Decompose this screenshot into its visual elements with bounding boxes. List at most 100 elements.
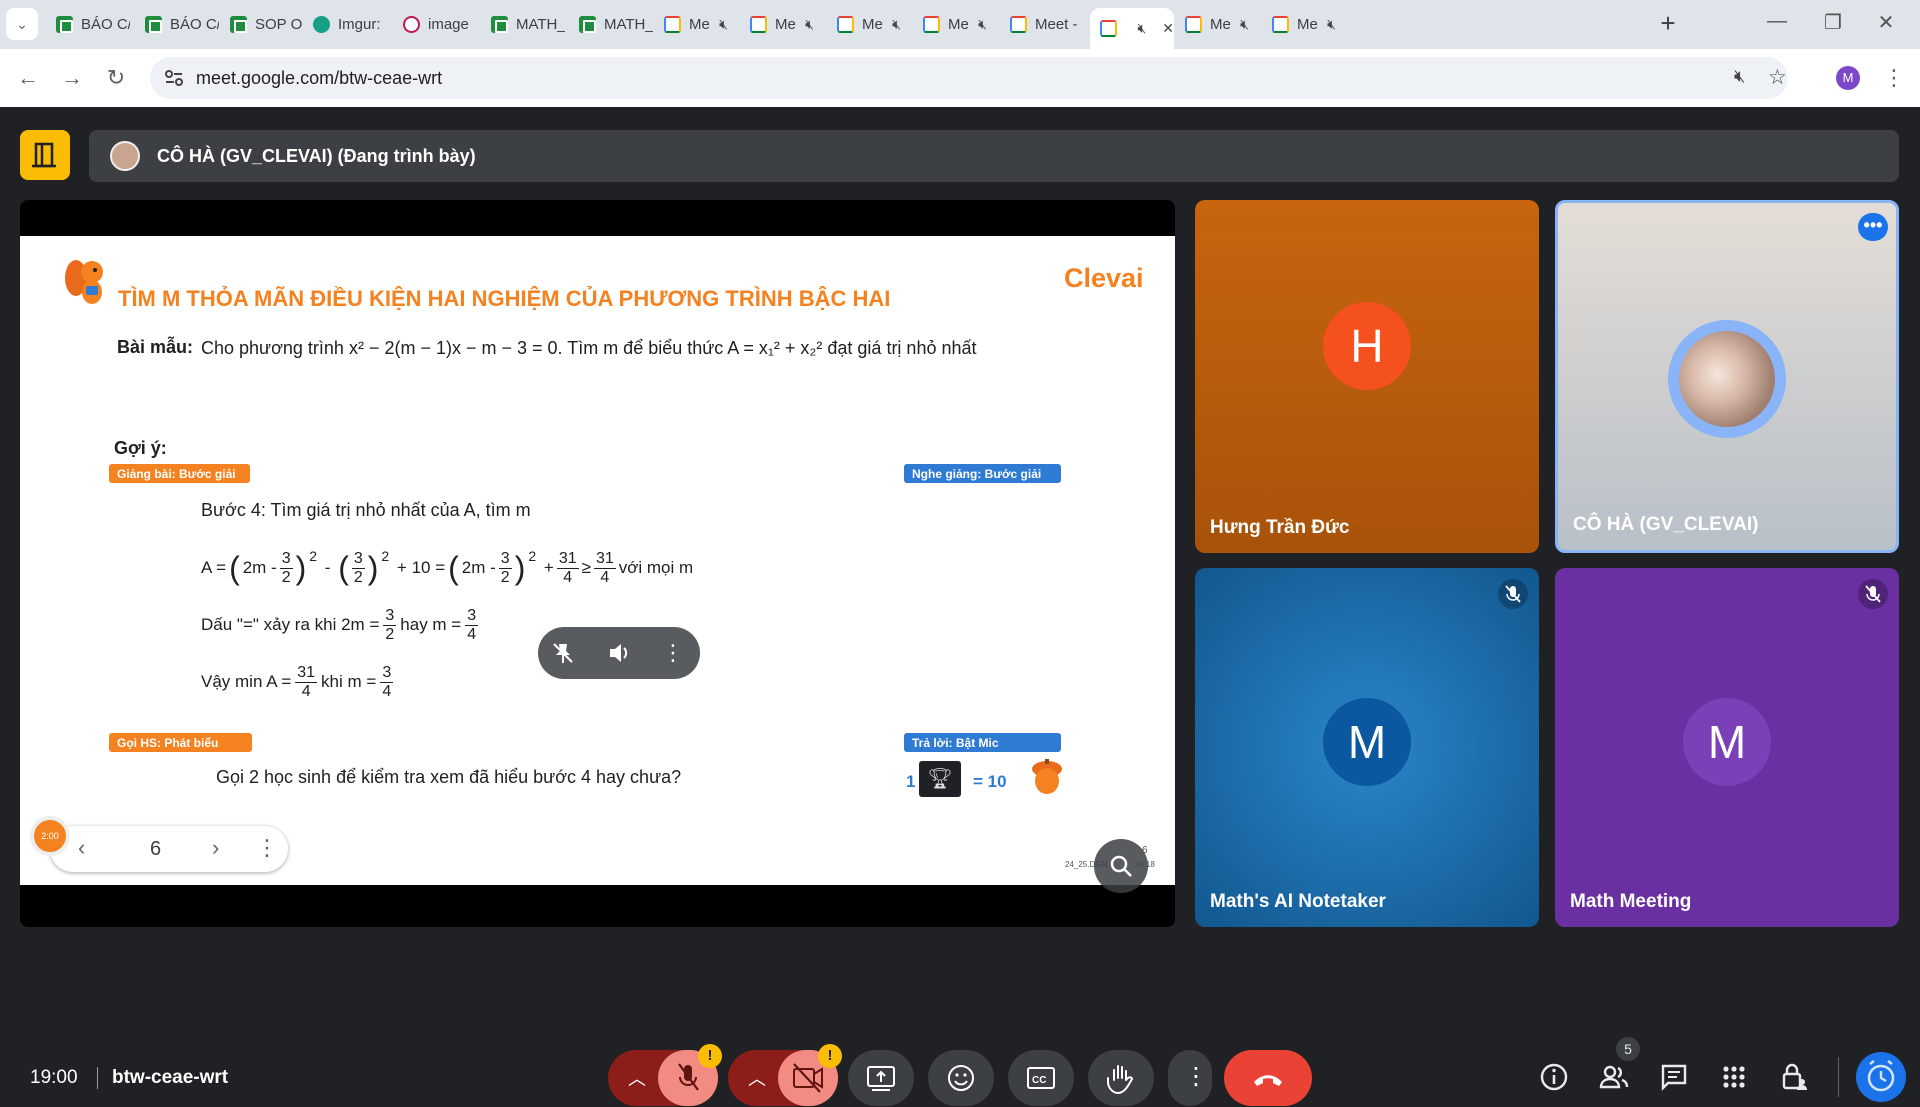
meet-favicon-icon: [1272, 16, 1289, 33]
companion-timer-button[interactable]: [1856, 1052, 1906, 1102]
more-options-icon[interactable]: ⋮: [660, 640, 686, 666]
tag-call-student: Gọi HS: Phát biểu: [109, 733, 252, 752]
pager-menu-button[interactable]: ⋮: [256, 835, 278, 861]
presentation-stage[interactable]: TÌM M THỎA MÃN ĐIỀU KIỆN HAI NGHIỆM CỦA …: [20, 200, 1175, 927]
imgur-favicon-icon: [313, 16, 330, 33]
clevai-logo: Clevai: [1064, 263, 1144, 293]
math-fraction: 31 4: [593, 549, 616, 586]
tab-title: SOP O: [255, 16, 303, 33]
participant-tile-hung[interactable]: H Hưng Trần Đức: [1195, 200, 1539, 553]
chat-icon: [1661, 1064, 1687, 1091]
timer-badge[interactable]: 2:00: [30, 816, 70, 856]
mic-off-icon: [1498, 579, 1528, 609]
meet-favicon-icon: [837, 16, 854, 33]
math-term: ): [514, 549, 526, 586]
browser-tab[interactable]: 🔇︎ ✕: [1090, 8, 1174, 49]
browser-menu-button[interactable]: ⋮: [1878, 62, 1910, 94]
tab-muted-icon[interactable]: 🔇︎: [1137, 20, 1146, 37]
restore-button[interactable]: ❐: [1813, 10, 1853, 38]
forward-button[interactable]: →: [56, 62, 88, 94]
profile-avatar[interactable]: M: [1836, 66, 1860, 90]
participant-tile-co-ha[interactable]: ••• CÔ HÀ (GV_CLEVAI): [1555, 200, 1899, 553]
participant-name: CÔ HÀ (GV_CLEVAI): [1573, 514, 1759, 535]
browser-tab[interactable]: BÁO C/: [135, 8, 219, 41]
browser-tab[interactable]: image: [393, 8, 477, 41]
tab-muted-icon[interactable]: 🔇︎: [805, 16, 814, 33]
trophy-icon: 🏆︎: [919, 761, 961, 797]
browser-tab[interactable]: BÁO C/: [46, 8, 130, 41]
participant-tile-math-meeting[interactable]: M Math Meeting: [1555, 568, 1899, 927]
tab-muted-icon[interactable]: 🔇︎: [978, 16, 987, 33]
url-text[interactable]: meet.google.com/btw-ceae-wrt: [196, 68, 442, 89]
browser-tab[interactable]: Me 🔇︎: [1175, 8, 1259, 41]
browser-tab[interactable]: Me 🔇︎: [1262, 8, 1346, 41]
reactions-button[interactable]: [928, 1050, 994, 1106]
math-fraction: 32: [279, 549, 293, 586]
slide: TÌM M THỎA MÃN ĐIỀU KIỆN HAI NGHIỆM CỦA …: [20, 236, 1175, 885]
new-tab-button[interactable]: +: [1652, 8, 1684, 40]
meeting-details-button[interactable]: [20, 130, 70, 180]
close-window-button[interactable]: ✕: [1866, 10, 1906, 38]
host-controls-button[interactable]: [1776, 1059, 1812, 1095]
participant-avatar: M: [1323, 698, 1411, 786]
participant-name: Hưng Trần Đức: [1210, 517, 1350, 538]
math-term: 2: [381, 548, 390, 564]
browser-tab[interactable]: MATH_: [481, 8, 565, 41]
browser-toolbar: ← → ↻ meet.google.com/btw-ceae-wrt 🔇︎ ☆ …: [0, 49, 1920, 107]
present-screen-button[interactable]: [848, 1050, 914, 1106]
minimize-button[interactable]: —: [1757, 10, 1797, 38]
tab-muted-icon[interactable]: 🔇︎: [719, 16, 728, 33]
raise-hand-button[interactable]: [1088, 1050, 1154, 1106]
captions-button[interactable]: CC: [1008, 1050, 1074, 1106]
next-slide-button[interactable]: ›: [212, 835, 219, 861]
browser-tab[interactable]: SOP O: [220, 8, 304, 41]
sheet-favicon-icon: [491, 16, 508, 33]
browser-tab[interactable]: Me 🔇︎: [913, 8, 997, 41]
chevron-up-icon: ︿: [748, 1069, 766, 1089]
minimum-line: Vậy min A = 31 4 khi m = 34: [201, 659, 394, 705]
reload-button[interactable]: ↻: [100, 62, 132, 94]
tab-muted-icon[interactable]: 🔇︎: [1240, 16, 1249, 33]
info-icon: [1540, 1063, 1568, 1091]
browser-tab[interactable]: Meet -: [1000, 8, 1084, 41]
browser-tab[interactable]: Me 🔇︎: [827, 8, 911, 41]
math-fraction: 31 4: [556, 549, 579, 586]
chat-button[interactable]: [1656, 1059, 1692, 1095]
tab-muted-icon[interactable]: 🔇︎: [1734, 66, 1745, 87]
site-info-icon[interactable]: [164, 69, 184, 87]
browser-tab[interactable]: Me 🔇︎: [740, 8, 824, 41]
tab-muted-icon[interactable]: 🔇︎: [892, 16, 901, 33]
expression-a-line: A = ( 2m - 32 ) 2 - ( 32 ) 2 + 10 = ( 2m…: [201, 538, 693, 598]
back-button[interactable]: ←: [12, 62, 44, 94]
participant-avatar: H: [1323, 302, 1411, 390]
participant-photo-avatar: [1679, 331, 1775, 427]
participant-tile-notetaker[interactable]: M Math's AI Notetaker: [1195, 568, 1539, 927]
pin-off-icon[interactable]: [550, 640, 576, 666]
more-options-icon[interactable]: •••: [1858, 213, 1888, 241]
browser-tab[interactable]: Me 🔇︎: [654, 8, 738, 41]
activities-button[interactable]: [1716, 1059, 1752, 1095]
address-bar[interactable]: meet.google.com/btw-ceae-wrt 🔇︎ ☆: [150, 57, 1788, 99]
example-label: Bài mẫu:: [117, 337, 194, 357]
equality-line: Dấu "=" xảy ra khi 2m = 32 hay m = 34: [201, 602, 479, 648]
browser-tab-strip: ⌄ BÁO C/BÁO C/SOP O Imgur: image MATH_ MATH_…: [0, 0, 1920, 49]
math-text: Vậy min A =: [201, 672, 292, 691]
zoom-button[interactable]: [1094, 839, 1148, 893]
previous-slide-button[interactable]: ‹: [78, 835, 85, 861]
browser-tab[interactable]: MATH_: [569, 8, 653, 41]
leave-call-button[interactable]: [1224, 1050, 1312, 1106]
captions-icon: CC: [1027, 1067, 1055, 1089]
meeting-info-button[interactable]: [1536, 1059, 1572, 1095]
tab-search-button[interactable]: ⌄: [6, 8, 38, 40]
people-button[interactable]: [1596, 1059, 1632, 1095]
more-options-button[interactable]: ⋮: [1168, 1050, 1212, 1106]
browser-tab[interactable]: Imgur:: [303, 8, 387, 41]
mic-warning-badge: !: [698, 1044, 722, 1068]
tab-muted-icon[interactable]: 🔇︎: [1327, 16, 1336, 33]
math-fraction: 32: [383, 606, 397, 643]
volume-icon[interactable]: [606, 640, 632, 666]
participant-name: Math's AI Notetaker: [1210, 891, 1386, 912]
bookmark-star-icon[interactable]: ☆: [1768, 65, 1787, 90]
close-tab-icon[interactable]: ✕: [1162, 20, 1174, 37]
divider: [1838, 1057, 1839, 1097]
